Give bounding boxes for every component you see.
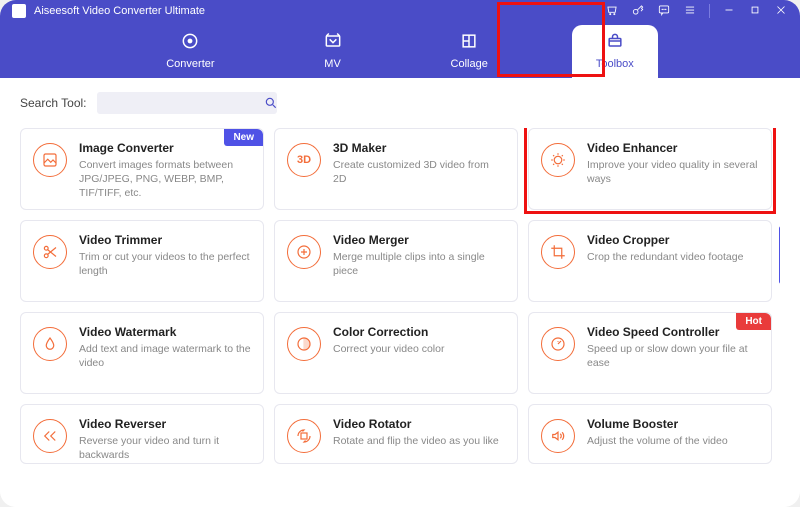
converter-icon bbox=[180, 31, 200, 54]
tool-volume-booster[interactable]: Volume Booster Adjust the volume of the … bbox=[528, 404, 772, 464]
tool-title: Video Cropper bbox=[587, 233, 759, 247]
scrollbar-thumb[interactable] bbox=[779, 226, 780, 284]
speed-icon bbox=[541, 327, 575, 361]
nav-collage[interactable]: Collage bbox=[427, 25, 512, 78]
maximize-button[interactable] bbox=[748, 3, 762, 20]
menu-icon[interactable] bbox=[683, 3, 697, 20]
reverse-icon bbox=[33, 419, 67, 453]
tool-title: Color Correction bbox=[333, 325, 505, 339]
tool-desc: Adjust the volume of the video bbox=[587, 434, 759, 448]
tool-desc: Trim or cut your videos to the perfect l… bbox=[79, 250, 251, 278]
top-nav: Converter MV Collage Toolbox bbox=[0, 22, 800, 78]
app-window: Aiseesoft Video Converter Ultimate Conve… bbox=[0, 0, 800, 507]
search-bar: Search Tool: bbox=[20, 92, 780, 114]
tool-desc: Reverse your video and turn it backwards bbox=[79, 434, 251, 462]
volume-icon bbox=[541, 419, 575, 453]
tool-title: Video Trimmer bbox=[79, 233, 251, 247]
nav-label: Collage bbox=[451, 58, 488, 70]
tool-desc: Convert images formats between JPG/JPEG,… bbox=[79, 158, 251, 201]
app-title: Aiseesoft Video Converter Ultimate bbox=[34, 5, 205, 17]
tools-grid: New Image Converter Convert images forma… bbox=[20, 128, 780, 464]
nav-label: Toolbox bbox=[596, 58, 634, 70]
tool-video-watermark[interactable]: Video Watermark Add text and image water… bbox=[20, 312, 264, 394]
tool-video-speed[interactable]: Hot Video Speed Controller Speed up or s… bbox=[528, 312, 772, 394]
rotate-icon bbox=[287, 419, 321, 453]
tool-desc: Merge multiple clips into a single piece bbox=[333, 250, 505, 278]
tool-video-enhancer[interactable]: Video Enhancer Improve your video qualit… bbox=[528, 128, 772, 210]
key-icon[interactable] bbox=[631, 3, 645, 20]
tool-title: Video Rotator bbox=[333, 417, 505, 431]
tool-video-cropper[interactable]: Video Cropper Crop the redundant video f… bbox=[528, 220, 772, 302]
tool-desc: Correct your video color bbox=[333, 342, 505, 356]
app-logo-icon bbox=[12, 4, 26, 18]
tool-title: Video Reverser bbox=[79, 417, 251, 431]
tool-desc: Rotate and flip the video as you like bbox=[333, 434, 505, 448]
tool-title: 3D Maker bbox=[333, 141, 505, 155]
badge-hot: Hot bbox=[736, 313, 771, 330]
badge-new: New bbox=[224, 129, 263, 146]
enhancer-icon bbox=[541, 143, 575, 177]
close-button[interactable] bbox=[774, 3, 788, 20]
color-icon bbox=[287, 327, 321, 361]
minimize-button[interactable] bbox=[722, 3, 736, 20]
tool-video-merger[interactable]: Video Merger Merge multiple clips into a… bbox=[274, 220, 518, 302]
tool-desc: Crop the redundant video footage bbox=[587, 250, 759, 264]
tools-grid-wrap: New Image Converter Convert images forma… bbox=[20, 128, 780, 497]
search-icon[interactable] bbox=[259, 92, 283, 114]
nav-label: MV bbox=[324, 58, 341, 70]
3d-icon: 3D bbox=[287, 143, 321, 177]
cart-icon[interactable] bbox=[605, 3, 619, 20]
tool-title: Video Merger bbox=[333, 233, 505, 247]
divider bbox=[709, 4, 710, 18]
content-area: Search Tool: New Image Converter Convert… bbox=[0, 78, 800, 507]
scissors-icon bbox=[33, 235, 67, 269]
search-input[interactable] bbox=[97, 92, 277, 114]
watermark-icon bbox=[33, 327, 67, 361]
titlebar-controls bbox=[605, 3, 788, 20]
search-label: Search Tool: bbox=[20, 96, 87, 110]
tool-desc: Create customized 3D video from 2D bbox=[333, 158, 505, 186]
image-converter-icon bbox=[33, 143, 67, 177]
tool-title: Video Watermark bbox=[79, 325, 251, 339]
mv-icon bbox=[323, 31, 343, 54]
tool-3d-maker[interactable]: 3D 3D Maker Create customized 3D video f… bbox=[274, 128, 518, 210]
chat-icon[interactable] bbox=[657, 3, 671, 20]
crop-icon bbox=[541, 235, 575, 269]
tool-video-reverser[interactable]: Video Reverser Reverse your video and tu… bbox=[20, 404, 264, 464]
tool-desc: Add text and image watermark to the vide… bbox=[79, 342, 251, 370]
titlebar: Aiseesoft Video Converter Ultimate bbox=[0, 0, 800, 22]
tool-title: Video Speed Controller bbox=[587, 325, 759, 339]
merge-icon bbox=[287, 235, 321, 269]
tool-title: Volume Booster bbox=[587, 417, 759, 431]
tool-video-rotator[interactable]: Video Rotator Rotate and flip the video … bbox=[274, 404, 518, 464]
tool-desc: Speed up or slow down your file at ease bbox=[587, 342, 759, 370]
tool-desc: Improve your video quality in several wa… bbox=[587, 158, 759, 186]
tool-image-converter[interactable]: New Image Converter Convert images forma… bbox=[20, 128, 264, 210]
collage-icon bbox=[459, 31, 479, 54]
nav-toolbox[interactable]: Toolbox bbox=[572, 25, 658, 78]
nav-mv[interactable]: MV bbox=[299, 25, 367, 78]
nav-label: Converter bbox=[166, 58, 214, 70]
tool-title: Video Enhancer bbox=[587, 141, 759, 155]
nav-converter[interactable]: Converter bbox=[142, 25, 238, 78]
toolbox-icon bbox=[605, 31, 625, 54]
tool-video-trimmer[interactable]: Video Trimmer Trim or cut your videos to… bbox=[20, 220, 264, 302]
tool-color-correction[interactable]: Color Correction Correct your video colo… bbox=[274, 312, 518, 394]
